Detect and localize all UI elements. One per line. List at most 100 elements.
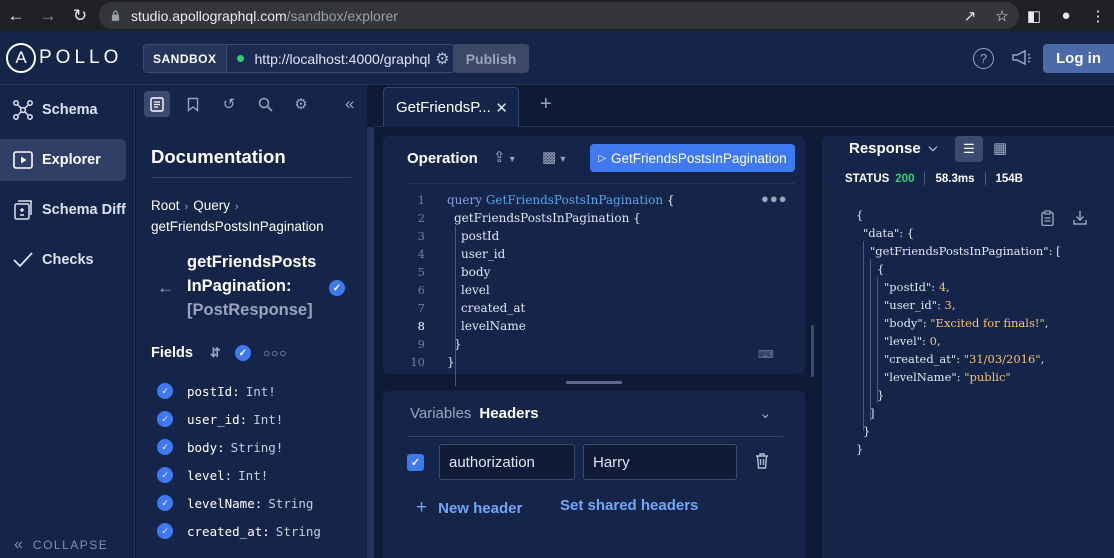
- field-selected-check-icon[interactable]: ✓: [329, 280, 345, 296]
- bookmark-icon[interactable]: [180, 91, 206, 117]
- forward-icon[interactable]: →: [32, 0, 64, 31]
- back-arrow-icon[interactable]: ←: [157, 278, 174, 298]
- field-row-user-id[interactable]: ✓ user_id: Int!: [157, 410, 283, 428]
- url-host: studio.apollographql.com: [131, 7, 287, 24]
- publish-button[interactable]: Publish: [453, 44, 529, 73]
- field-row-body[interactable]: ✓ body: String!: [157, 438, 283, 456]
- nav-label-schema: Schema: [42, 102, 98, 118]
- field-row-created-at[interactable]: ✓ created_at: String: [157, 522, 321, 540]
- share-icon[interactable]: ⇪ ▾: [493, 148, 515, 166]
- editor-more-icon[interactable]: ●●●: [761, 191, 788, 206]
- save-icon[interactable]: ▩ ▾: [542, 148, 565, 166]
- documentation-panel: ↺ ⚙ « Documentation Root › Query › getFriend…: [136, 85, 367, 558]
- status-label: STATUS: [845, 172, 890, 185]
- select-all-check-icon[interactable]: ✓: [234, 345, 251, 361]
- tab-variables[interactable]: Variables: [410, 405, 471, 422]
- code-token: user_id: [461, 247, 506, 261]
- breadcrumb-root[interactable]: Root: [151, 198, 180, 213]
- code-line[interactable]: 4 user_id: [407, 245, 506, 263]
- line-number: 9: [417, 337, 425, 351]
- table-view-icon[interactable]: ▦: [993, 139, 1007, 157]
- header-key-input[interactable]: authorization: [439, 444, 575, 480]
- code-line[interactable]: 7 created_at: [407, 299, 526, 317]
- json-line: "level": 0,: [884, 332, 941, 350]
- field-heading: getFriendsPosts InPagination: [PostRespons…: [187, 253, 317, 319]
- code-line[interactable]: 6 level: [407, 281, 490, 299]
- side-panel-icon[interactable]: ◧: [1018, 7, 1050, 25]
- nav-item-schema-diff[interactable]: Schema Diff: [0, 189, 126, 231]
- megaphone-icon[interactable]: [1010, 48, 1032, 68]
- nav-item-explorer[interactable]: Explorer: [0, 139, 126, 181]
- collapse-chevron-icon[interactable]: ⌄: [759, 404, 772, 422]
- login-button[interactable]: Log in: [1043, 44, 1114, 73]
- operation-panel: Operation ⇪ ▾ ▩ ▾ ▷ GetFriendsPostsInPag…: [383, 136, 805, 386]
- editor-scrollbar[interactable]: [811, 325, 814, 377]
- docs-scrollbar[interactable]: [367, 127, 374, 558]
- breadcrumb-query[interactable]: Query: [193, 198, 230, 213]
- profile-icon[interactable]: ●: [1050, 7, 1082, 24]
- history-icon[interactable]: ↺: [216, 91, 242, 117]
- code-line[interactable]: 10}: [407, 353, 454, 371]
- json-token: ,: [946, 280, 950, 294]
- help-icon[interactable]: ?: [973, 48, 994, 69]
- json-view-icon[interactable]: ☰: [955, 136, 983, 162]
- new-header-button[interactable]: + New header: [416, 497, 522, 519]
- docs-divider: [151, 177, 351, 178]
- search-icon[interactable]: [252, 91, 278, 117]
- address-bar[interactable]: studio.apollographql.com/sandbox/explore…: [99, 2, 1019, 29]
- code-line[interactable]: 5 body: [407, 263, 491, 281]
- code-line[interactable]: 3 postId: [407, 227, 500, 245]
- field-row-levelname[interactable]: ✓ levelName: String: [157, 494, 313, 512]
- reload-icon[interactable]: ↻: [64, 0, 96, 31]
- bookmark-star-icon[interactable]: ☆: [986, 7, 1018, 25]
- tab-headers[interactable]: Headers: [479, 405, 538, 422]
- field-check-icon[interactable]: ✓: [157, 439, 173, 455]
- sort-icon[interactable]: ⇵: [210, 345, 221, 361]
- code-line[interactable]: 9}: [407, 335, 462, 353]
- browser-menu-icon[interactable]: ⋮: [1082, 7, 1114, 25]
- nav-item-schema[interactable]: Schema: [0, 89, 126, 131]
- json-token: ,: [1044, 316, 1049, 330]
- nav-item-checks[interactable]: Checks: [0, 239, 126, 281]
- close-tab-icon[interactable]: ✕: [495, 99, 508, 117]
- apollo-logo[interactable]: A POLLO: [6, 43, 122, 73]
- field-check-icon[interactable]: ✓: [157, 383, 173, 399]
- header-enabled-checkbox[interactable]: ✓: [407, 454, 424, 471]
- code-line[interactable]: 1 query GetFriendsPostsInPagination {: [407, 191, 675, 209]
- breadcrumb-chevron-icon: ›: [234, 201, 239, 213]
- keyboard-shortcuts-icon[interactable]: ⌨: [758, 348, 774, 361]
- connected-status-icon: [236, 55, 244, 62]
- header-value-input[interactable]: Harry: [583, 444, 737, 480]
- sandbox-connection: SANDBOX http://localhost:4000/graphql ⚙: [143, 44, 455, 73]
- return-type[interactable]: [PostResponse]: [187, 301, 313, 319]
- delete-header-trash-icon[interactable]: [754, 452, 770, 474]
- add-tab-icon[interactable]: +: [540, 93, 552, 116]
- code-line[interactable]: 8 levelName: [407, 317, 526, 335]
- panel-resize-handle[interactable]: [566, 381, 622, 384]
- json-line: "levelName": "public": [884, 368, 1011, 386]
- run-operation-button[interactable]: ▷ GetFriendsPostsInPagination: [590, 144, 795, 172]
- collapse-docs-icon[interactable]: «: [345, 94, 354, 114]
- field-check-icon[interactable]: ✓: [157, 467, 173, 483]
- copy-icon[interactable]: [1041, 210, 1054, 229]
- field-row-level[interactable]: ✓ level: Int!: [157, 466, 268, 484]
- code-line[interactable]: 2 getFriendsPostsInPagination {: [407, 209, 641, 227]
- response-title-dropdown[interactable]: Response ⌵: [849, 140, 937, 157]
- endpoint-input[interactable]: http://localhost:4000/graphql ⚙: [226, 45, 454, 72]
- settings-gear-icon[interactable]: ⚙: [288, 91, 314, 117]
- set-shared-headers-button[interactable]: Set shared headers: [560, 497, 698, 514]
- tab-getfriendsposts[interactable]: GetFriendsP... ✕: [383, 87, 519, 127]
- json-line: {: [856, 206, 863, 224]
- download-icon[interactable]: [1073, 210, 1087, 228]
- collapse-nav-button[interactable]: « COLLAPSE: [14, 536, 108, 554]
- documentation-icon[interactable]: [144, 91, 170, 117]
- field-check-icon[interactable]: ✓: [157, 523, 173, 539]
- field-check-icon[interactable]: ✓: [157, 411, 173, 427]
- share-page-icon[interactable]: ↗: [954, 7, 986, 25]
- back-icon[interactable]: ←: [0, 0, 32, 31]
- json-token: "data": {: [863, 226, 915, 240]
- more-options-icon[interactable]: ○○○: [263, 346, 288, 360]
- field-row-postid[interactable]: ✓ postId: Int!: [157, 382, 276, 400]
- connection-settings-gear-icon[interactable]: ⚙: [435, 49, 449, 69]
- field-check-icon[interactable]: ✓: [157, 495, 173, 511]
